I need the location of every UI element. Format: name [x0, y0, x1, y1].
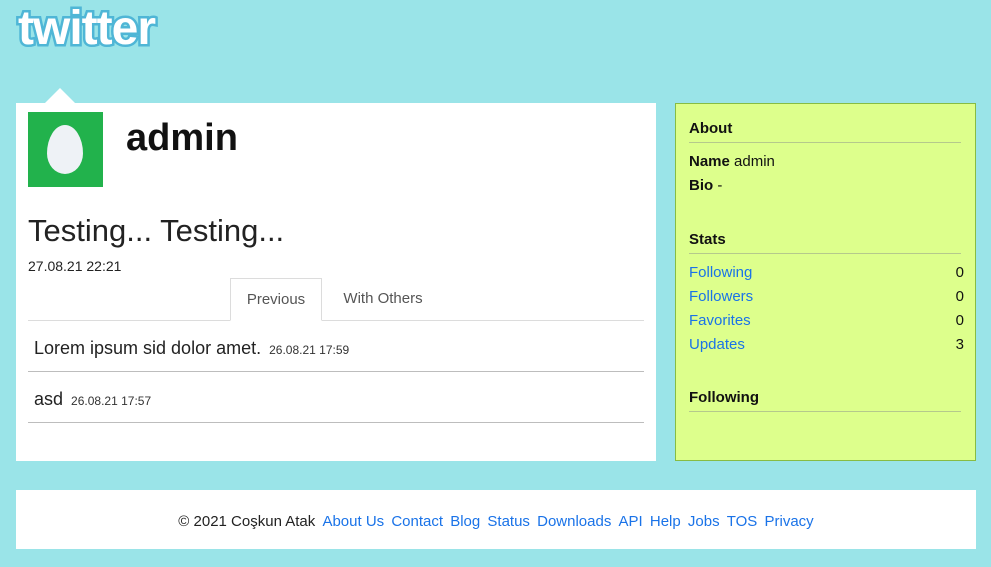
logo-text: twitter	[18, 2, 155, 54]
bio-value: -	[717, 177, 723, 194]
footer-link-api[interactable]: API	[619, 513, 643, 530]
followers-count: 0	[955, 288, 964, 305]
name-label: Name	[689, 153, 730, 170]
main-content: admin Testing... Testing... 27.08.21 22:…	[16, 103, 656, 461]
footer-link-tos[interactable]: TOS	[727, 513, 758, 530]
current-status: Testing... Testing...	[28, 213, 285, 248]
feed-item: asd 26.08.21 17:57	[28, 372, 644, 423]
twitter-logo[interactable]: twitter	[14, 2, 229, 54]
name-row: Name admin	[689, 153, 964, 170]
footer-link-about-us[interactable]: About Us	[322, 513, 384, 530]
tab-with-others[interactable]: With Others	[328, 278, 438, 319]
timeline-tabs: Previous With Others	[28, 278, 644, 321]
tab-previous[interactable]: Previous	[230, 278, 322, 321]
about-heading: About	[689, 120, 961, 143]
following-heading: Following	[689, 389, 961, 412]
egg-icon	[47, 125, 83, 174]
copyright: © 2021 Coşkun Atak	[178, 513, 316, 530]
footer-link-status[interactable]: Status	[487, 513, 530, 530]
feed-item-time: 26.08.21 17:57	[71, 394, 152, 408]
favorites-link[interactable]: Favorites	[689, 312, 751, 329]
favorites-count: 0	[955, 312, 964, 329]
footer-link-blog[interactable]: Blog	[450, 513, 480, 530]
content-pointer	[44, 88, 76, 104]
status-timestamp: 27.08.21 22:21	[28, 258, 122, 274]
avatar[interactable]	[28, 112, 103, 187]
updates-count: 3	[955, 336, 964, 353]
footer-link-downloads[interactable]: Downloads	[537, 513, 611, 530]
following-link[interactable]: Following	[689, 264, 752, 281]
stat-favorites: Favorites 0	[689, 312, 964, 329]
footer: © 2021 Coşkun Atak About Us Contact Blog…	[16, 490, 976, 549]
feed-item-text: asd	[34, 389, 64, 409]
feed-item-text: Lorem ipsum sid dolor amet.	[34, 338, 262, 358]
profile-sidebar: About Name admin Bio - Stats Following 0…	[675, 103, 976, 461]
updates-link[interactable]: Updates	[689, 336, 745, 353]
footer-link-jobs[interactable]: Jobs	[688, 513, 720, 530]
followers-link[interactable]: Followers	[689, 288, 753, 305]
stats-heading: Stats	[689, 231, 961, 254]
bio-label: Bio	[689, 177, 714, 194]
footer-link-privacy[interactable]: Privacy	[765, 513, 814, 530]
status-feed: Lorem ipsum sid dolor amet. 26.08.21 17:…	[28, 321, 644, 423]
name-value: admin	[734, 153, 775, 170]
feed-item-time: 26.08.21 17:59	[269, 343, 350, 357]
stat-updates: Updates 3	[689, 336, 964, 353]
footer-link-help[interactable]: Help	[650, 513, 681, 530]
feed-item: Lorem ipsum sid dolor amet. 26.08.21 17:…	[28, 321, 644, 372]
following-count: 0	[955, 264, 964, 281]
profile-username: admin	[126, 117, 238, 159]
footer-link-contact[interactable]: Contact	[391, 513, 443, 530]
bio-row: Bio -	[689, 177, 964, 194]
stat-followers: Followers 0	[689, 288, 964, 305]
stat-following: Following 0	[689, 264, 964, 281]
